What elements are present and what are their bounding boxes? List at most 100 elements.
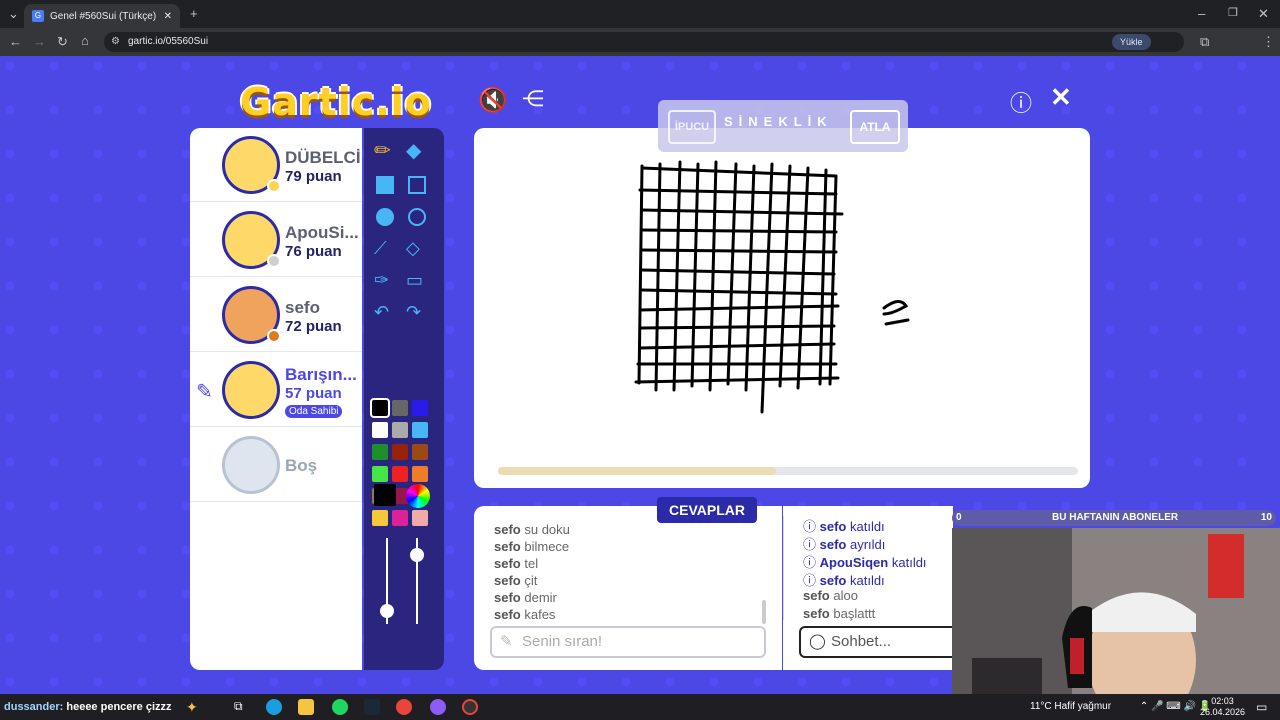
color-swatch[interactable] — [392, 422, 408, 438]
sound-off-icon[interactable]: 🔇 — [478, 86, 508, 115]
empty-avatar — [222, 436, 280, 494]
answer-item: sefo çit — [494, 573, 537, 588]
close-window-icon[interactable]: ✕ — [1258, 6, 1269, 22]
chat-item: ⓘ sefo katıldı — [803, 570, 885, 589]
color-swatch[interactable] — [372, 466, 388, 482]
answer-text: demir — [524, 590, 557, 605]
line-tool-icon[interactable]: ⟋ — [374, 238, 398, 262]
exit-icon[interactable]: ✕ — [1050, 82, 1072, 113]
current-color-swatch[interactable] — [374, 484, 396, 506]
color-swatch[interactable] — [412, 400, 428, 416]
share-icon[interactable]: ⋲ — [522, 86, 544, 112]
color-swatch[interactable] — [372, 422, 388, 438]
chat-user: sefo — [803, 588, 830, 603]
load-button[interactable]: Yükle — [1112, 34, 1151, 50]
chat-user: sefo — [803, 606, 830, 621]
drawing-svg — [634, 160, 910, 414]
clock[interactable]: 02:03 26.04.2026 — [1200, 696, 1245, 718]
chat-item: sefo aloo — [803, 588, 858, 603]
back-icon[interactable]: ← — [9, 34, 22, 49]
info-icon: ⓘ — [803, 573, 820, 588]
hint-button[interactable]: İPUCU — [668, 110, 716, 144]
webcam-image — [952, 528, 1280, 694]
color-swatch[interactable] — [392, 466, 408, 482]
color-swatch[interactable] — [372, 510, 388, 526]
answer-input[interactable]: ✎ Senin sıran! — [490, 626, 766, 658]
chrome-icon[interactable] — [396, 699, 412, 715]
filled-rect-tool-icon[interactable] — [376, 176, 394, 194]
fill-bucket-icon[interactable]: ◇ — [406, 238, 430, 262]
player-score: 79 puan — [285, 168, 342, 185]
obs-icon[interactable] — [462, 699, 478, 715]
opacity-slider-handle[interactable] — [410, 548, 424, 562]
clear-canvas-icon[interactable]: ▭ — [406, 270, 430, 294]
browser-tab[interactable]: G Genel #560Sui (Türkçe) - Gartic.io ✕ — [24, 4, 180, 28]
sub-goal-min: 0 — [956, 512, 962, 523]
color-swatch[interactable] — [412, 510, 428, 526]
answer-item: sefo kafes — [494, 607, 555, 622]
chat-input[interactable]: ◯ Sohbet... — [799, 626, 959, 658]
restore-icon[interactable]: ❐ — [1228, 6, 1238, 19]
redo-icon[interactable]: ↷ — [406, 302, 430, 326]
forward-icon[interactable]: → — [33, 34, 46, 49]
steam-icon[interactable] — [364, 699, 380, 715]
chat-text: katıldı — [849, 519, 885, 534]
extensions-icon[interactable]: ⧉ — [1200, 34, 1209, 50]
menu-dots-icon[interactable]: ⋮ — [1262, 34, 1275, 50]
close-tab-icon[interactable]: ✕ — [164, 11, 172, 22]
rect-tool-icon[interactable] — [408, 176, 426, 194]
avatar — [222, 136, 281, 194]
player-score: 76 puan — [285, 243, 342, 260]
player-score: 57 puan — [285, 385, 342, 402]
answers-scrollbar[interactable] — [762, 600, 766, 624]
answer-user: sefo — [494, 522, 521, 537]
tab-search-icon[interactable]: ⌄ — [8, 6, 19, 22]
eyedropper-icon[interactable]: ✑ — [374, 270, 398, 294]
size-slider-handle[interactable] — [380, 604, 394, 618]
ticker-user: dussander: — [4, 701, 64, 713]
task-view-icon[interactable]: ⧉ — [234, 699, 250, 715]
sparkle-icon: ✦ — [186, 699, 198, 715]
color-swatch[interactable] — [412, 444, 428, 460]
discord-icon[interactable] — [430, 699, 446, 715]
file-explorer-icon[interactable] — [298, 699, 314, 715]
color-swatch[interactable] — [372, 444, 388, 460]
answers-tab[interactable]: CEVAPLAR — [657, 497, 757, 523]
clock-date: 26.04.2026 — [1200, 707, 1246, 717]
weather-text[interactable]: 11°C Hafif yağmur — [1030, 701, 1111, 712]
eraser-tool-icon[interactable]: ◆ — [406, 138, 430, 162]
home-icon[interactable]: ⌂ — [81, 33, 89, 48]
drawing-canvas[interactable] — [474, 128, 1090, 488]
color-swatch[interactable] — [392, 400, 408, 416]
timer-fill — [498, 467, 777, 475]
chat-text: katıldı — [891, 555, 927, 570]
answers-panel: sefo su doku sefo bilmece sefo tel sefo çit… — [474, 506, 782, 670]
info-icon[interactable]: ⓘ — [1010, 86, 1032, 118]
pencil-tool-icon[interactable]: ✏ — [374, 138, 398, 162]
color-swatch[interactable] — [370, 398, 390, 418]
skip-button[interactable]: ATLA — [850, 110, 900, 144]
minimize-icon[interactable]: – — [1198, 6, 1205, 21]
site-info-icon[interactable]: ⚙ — [111, 36, 120, 47]
chat-text: katıldı — [849, 573, 885, 588]
color-swatch[interactable] — [412, 422, 428, 438]
chat-placeholder: Sohbet... — [831, 633, 892, 650]
filled-ellipse-tool-icon[interactable] — [376, 208, 394, 226]
address-bar[interactable]: gartic.io/05560Sui — [104, 32, 1184, 52]
undo-icon[interactable]: ↶ — [374, 302, 398, 326]
ellipse-tool-icon[interactable] — [408, 208, 426, 226]
reload-icon[interactable]: ↻ — [57, 34, 68, 50]
sub-goal-max: 10 — [1260, 512, 1272, 523]
color-wheel-icon[interactable] — [406, 484, 430, 508]
word-panel: İPUCU SİNEKLİK ATLA — [658, 100, 908, 152]
new-tab-icon[interactable]: + — [190, 6, 198, 21]
drawing-pencil-icon: ✎ — [196, 381, 213, 403]
color-swatch[interactable] — [392, 444, 408, 460]
notifications-icon[interactable]: ▭ — [1256, 700, 1267, 714]
edge-icon[interactable] — [266, 699, 282, 715]
color-swatch[interactable] — [392, 510, 408, 526]
spotify-icon[interactable] — [332, 699, 348, 715]
color-swatch[interactable] — [412, 466, 428, 482]
player-name: ApouSi... — [285, 223, 359, 242]
answer-item: sefo bilmece — [494, 539, 569, 554]
